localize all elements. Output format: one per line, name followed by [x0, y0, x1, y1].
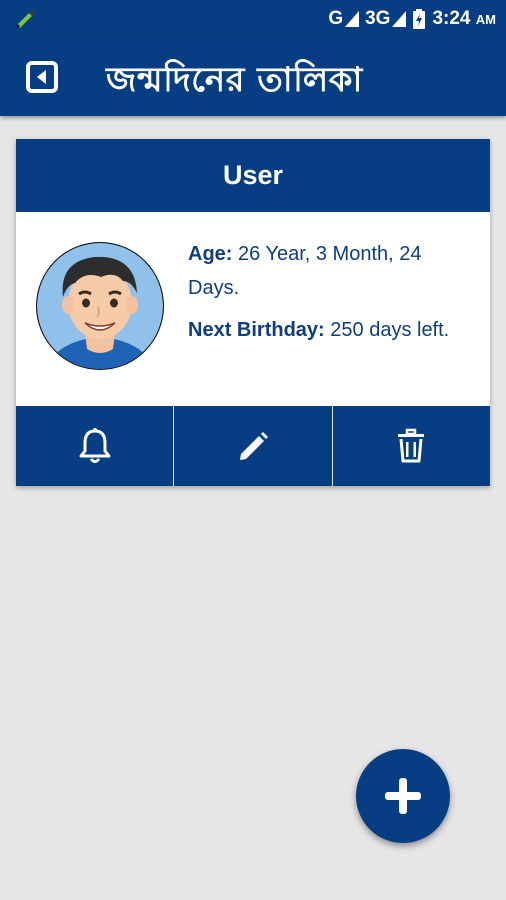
birthday-info: Age: 26 Year, 3 Month, 24 Days. Next Bir…: [188, 237, 478, 355]
clock-ampm: AM: [475, 12, 496, 27]
pen-notification-icon: [14, 8, 36, 28]
page-title: জন্মদিনের তালিকা: [106, 60, 363, 100]
app-bar: জন্মদিনের তালিকা: [0, 37, 506, 116]
edit-button[interactable]: [174, 406, 333, 486]
pencil-icon: [239, 432, 268, 460]
reminder-button[interactable]: [16, 406, 175, 486]
signal-icon: [345, 11, 360, 27]
signal-3g: 3G: [365, 8, 407, 30]
card-name: User: [16, 139, 490, 212]
trash-icon: [398, 428, 425, 463]
network-3g-label: 3G: [365, 8, 391, 29]
add-birthday-button[interactable]: [356, 749, 450, 843]
battery-charging-icon: [412, 9, 426, 29]
next-birthday-line: Next Birthday: 250 days left.: [188, 313, 478, 347]
plus-icon: [385, 778, 421, 814]
network-g-label: G: [328, 8, 344, 29]
signal-icon: [392, 11, 407, 27]
bell-icon: [79, 428, 111, 463]
back-button[interactable]: [22, 57, 62, 97]
delete-button[interactable]: [333, 406, 490, 486]
birthday-card[interactable]: User Age: 26 Year, 3 Month, 24 Days. Nex…: [16, 139, 490, 486]
age-line: Age: 26 Year, 3 Month, 24 Days.: [188, 237, 478, 305]
clock-time: 3:24: [432, 8, 471, 29]
next-birthday-label: Next Birthday:: [188, 319, 325, 341]
next-birthday-value: 250 days left.: [330, 319, 450, 341]
status-bar: G 3G 3:24 AM: [0, 0, 506, 37]
back-square-icon: [26, 61, 58, 93]
age-label: Age:: [188, 243, 233, 265]
signal-g: G: [328, 8, 360, 30]
clock: 3:24 AM: [432, 8, 496, 30]
avatar: [35, 241, 165, 371]
card-actions: [16, 406, 490, 486]
